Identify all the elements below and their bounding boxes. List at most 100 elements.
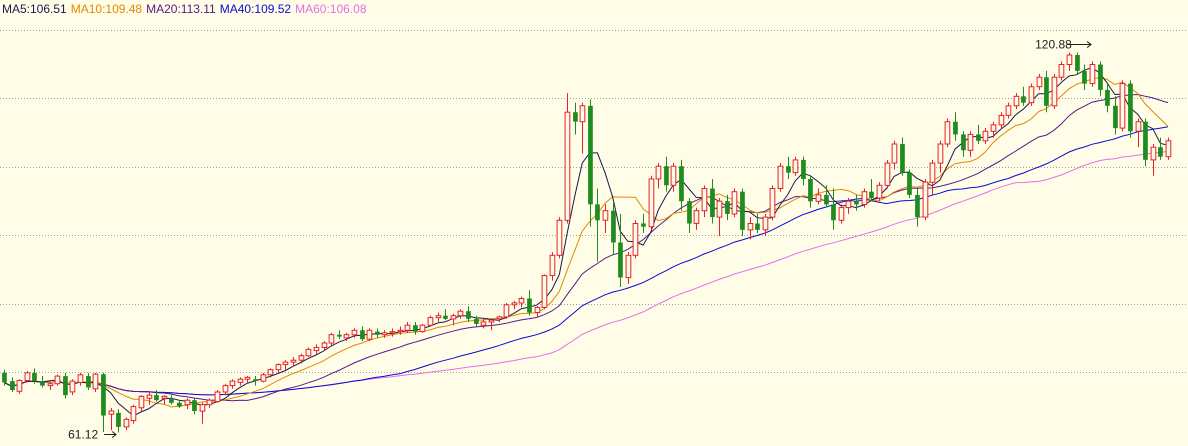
candle — [1165, 137, 1172, 160]
candle-body — [214, 391, 221, 402]
candle-body — [998, 114, 1005, 126]
candle — [77, 372, 84, 386]
candle-body — [641, 223, 646, 227]
candle-body — [450, 315, 457, 320]
candle-body — [845, 200, 852, 209]
candle — [1089, 61, 1096, 87]
candle-body — [138, 395, 145, 409]
candle-body — [915, 194, 920, 218]
candle — [693, 207, 700, 230]
candle — [792, 156, 799, 176]
candle — [990, 121, 997, 138]
candle-body — [801, 159, 806, 179]
candle-body — [922, 181, 929, 218]
candle-body — [854, 201, 859, 205]
candle-body — [701, 188, 708, 212]
candle — [229, 379, 236, 389]
candle — [1058, 61, 1065, 81]
candle — [777, 163, 784, 192]
ma-legend: MA5:106.51 MA10:109.48 MA20:113.11 MA40:109… — [2, 2, 371, 16]
candle — [831, 188, 836, 230]
candle-body — [1044, 77, 1049, 106]
candle-body — [10, 381, 15, 390]
candle-body — [1158, 147, 1163, 157]
candle-body — [1028, 86, 1035, 104]
candle-body — [1005, 105, 1012, 116]
candle — [443, 309, 448, 321]
candle-body — [953, 121, 958, 135]
candle-body — [443, 315, 448, 319]
candle-body — [792, 159, 799, 174]
candle-body — [961, 134, 966, 151]
candle — [687, 198, 692, 233]
candle — [1128, 80, 1133, 138]
candle-body — [777, 165, 784, 189]
candle — [488, 318, 495, 331]
candle-body — [86, 376, 91, 388]
moving-average-lines — [3, 67, 1169, 417]
candle — [1005, 102, 1012, 119]
candle — [457, 309, 464, 319]
gridlines — [0, 30, 1188, 373]
candle-body — [990, 124, 997, 132]
candle-body — [146, 394, 153, 399]
candle-body — [290, 359, 297, 363]
candle — [10, 377, 15, 392]
candle-body — [488, 319, 495, 323]
candle-body — [229, 380, 236, 387]
candles — [2, 52, 1172, 433]
candle-body — [1143, 121, 1148, 160]
candle — [824, 185, 829, 208]
candle — [511, 301, 518, 310]
candle-body — [360, 330, 365, 340]
candle-body — [337, 334, 342, 337]
candle-body — [725, 201, 730, 214]
candle — [534, 306, 541, 318]
candle — [63, 372, 68, 399]
candle-body — [177, 402, 182, 407]
candle-body — [982, 130, 989, 142]
candle — [769, 185, 776, 221]
candle — [944, 118, 951, 148]
candle-body — [474, 318, 479, 324]
candle-body — [480, 321, 487, 326]
candle-body — [503, 304, 510, 318]
candle-body — [267, 369, 274, 376]
candle-body — [747, 223, 754, 231]
candle — [146, 391, 153, 405]
candle-body — [929, 162, 936, 183]
legend-ma20: MA20:113.11 — [146, 2, 216, 16]
candle-body — [92, 373, 99, 390]
candle — [655, 163, 662, 189]
candle-body — [244, 376, 251, 380]
candle-body — [838, 207, 845, 221]
candle — [518, 296, 525, 308]
legend-ma5: MA5:106.51 — [2, 2, 67, 16]
candle — [138, 395, 145, 412]
candle-body — [808, 179, 813, 202]
candle-body — [573, 112, 578, 122]
candle-body — [740, 191, 745, 230]
candle — [86, 372, 91, 391]
candle — [116, 409, 121, 433]
candle-body — [534, 306, 541, 313]
candle — [1013, 93, 1020, 110]
candle-body — [1128, 83, 1133, 132]
candle — [108, 407, 115, 431]
candle-body — [381, 332, 388, 336]
candle — [360, 326, 365, 342]
candle — [641, 213, 646, 233]
candle-body — [206, 399, 213, 406]
candle-body — [321, 342, 328, 348]
candle — [427, 315, 434, 327]
candle — [1119, 80, 1126, 132]
candle-body — [937, 143, 944, 164]
candle — [375, 328, 380, 338]
candle — [337, 330, 342, 340]
candle-body — [69, 380, 76, 393]
candle — [1150, 143, 1157, 176]
candle-body — [693, 210, 700, 224]
candle-body — [664, 166, 669, 186]
candle — [664, 156, 669, 192]
candle-body — [1165, 140, 1172, 158]
